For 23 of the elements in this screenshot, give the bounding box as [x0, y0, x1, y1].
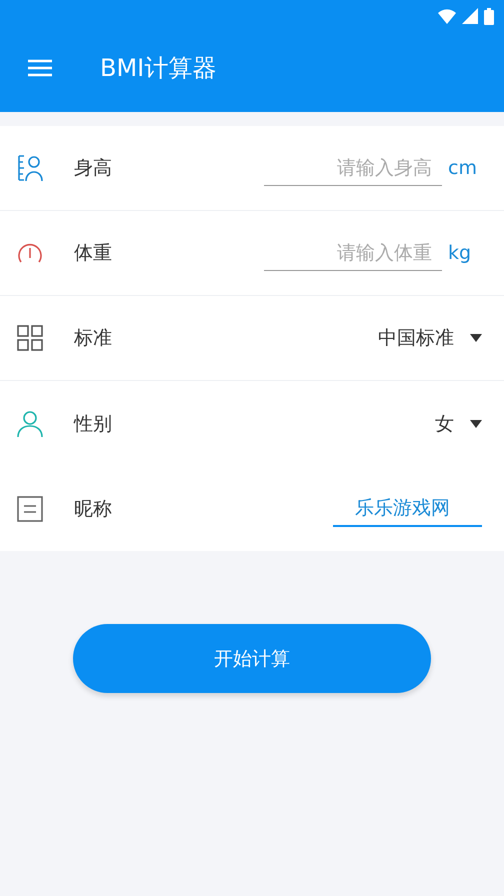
field-label: 昵称: [74, 496, 113, 522]
grid-icon: [17, 325, 43, 351]
caret-icon: [470, 420, 482, 428]
wifi-icon: [438, 8, 456, 24]
field-label: 体重: [74, 241, 113, 266]
input-field[interactable]: 请输入身高: [264, 150, 442, 186]
signal-icon: [462, 8, 478, 24]
unit-label: cm: [448, 157, 478, 179]
input-field[interactable]: 请输入体重: [264, 236, 442, 270]
person-ruler-icon: [17, 154, 43, 182]
app-title: BMI计算器: [100, 53, 216, 84]
caret-icon: [470, 334, 482, 342]
field-label: 标准: [74, 326, 113, 351]
unit-label: kg: [448, 242, 472, 264]
text-box-icon: [17, 496, 43, 522]
battery-icon: [484, 8, 494, 24]
field-label: 性别: [74, 412, 113, 436]
input-field[interactable]: 乐乐游戏网: [333, 490, 482, 526]
dropdown[interactable]: 女: [435, 410, 482, 436]
menu-icon[interactable]: [28, 59, 52, 77]
dropdown[interactable]: 中国标准: [378, 325, 482, 351]
person-icon: [17, 410, 43, 438]
field-label: 身高: [74, 156, 113, 181]
